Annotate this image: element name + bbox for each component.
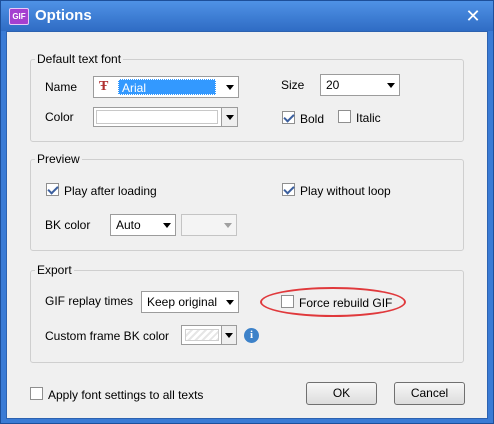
preview-group: Preview — [30, 152, 464, 251]
highlight-annotation — [260, 287, 406, 317]
gif-replay-combo[interactable]: Keep original — [141, 291, 239, 313]
dialog-body: Default text font Name Ŧ Arial Size 20 C… — [6, 31, 488, 419]
bk-color-label: BK color — [45, 218, 91, 232]
bk-color-value: Auto — [116, 218, 141, 232]
bk-color-picker-disabled — [181, 214, 237, 236]
font-type-icon: Ŧ — [99, 79, 109, 94]
export-group: Export — [30, 263, 464, 363]
bold-label: Bold — [300, 112, 325, 126]
dialog-title: Options — [35, 7, 92, 24]
font-name-combo[interactable]: Ŧ Arial — [93, 76, 239, 98]
chevron-down-icon — [387, 83, 395, 88]
font-color-label: Color — [45, 110, 74, 124]
default-text-font-legend: Default text font — [35, 52, 124, 66]
options-dialog: GIF Options ✕ Default text font Name Ŧ A… — [0, 0, 494, 424]
chevron-down-icon — [226, 85, 234, 90]
gif-replay-label: GIF replay times — [45, 294, 134, 308]
frame-color-swatch — [185, 329, 219, 341]
italic-checkbox[interactable] — [338, 110, 351, 123]
font-color-swatch — [96, 110, 218, 124]
title-bar[interactable]: GIF Options ✕ — [1, 1, 493, 31]
chevron-down-icon — [163, 223, 171, 228]
chevron-down-icon — [224, 223, 232, 228]
cancel-button[interactable]: Cancel — [394, 382, 465, 405]
color-dropdown-button[interactable] — [221, 108, 237, 126]
gif-app-icon: GIF — [9, 8, 29, 25]
chevron-down-icon — [225, 333, 233, 338]
info-icon[interactable]: i — [244, 328, 259, 343]
custom-frame-label: Custom frame BK color — [45, 329, 170, 343]
italic-label: Italic — [356, 111, 381, 125]
play-after-loading-checkbox[interactable] — [46, 183, 59, 196]
font-name-value: Arial — [118, 79, 216, 95]
gif-replay-value: Keep original — [147, 295, 218, 309]
preview-legend: Preview — [35, 152, 82, 166]
chevron-down-icon — [226, 300, 234, 305]
font-size-combo[interactable]: 20 — [320, 74, 400, 96]
font-color-picker[interactable] — [93, 107, 238, 127]
default-text-font-group: Default text font — [30, 52, 464, 142]
custom-frame-color-picker[interactable] — [181, 325, 237, 345]
export-legend: Export — [35, 263, 74, 277]
bold-checkbox[interactable] — [282, 111, 295, 124]
font-size-label: Size — [281, 78, 305, 92]
font-name-label: Name — [45, 80, 78, 94]
bk-color-combo[interactable]: Auto — [110, 214, 176, 236]
play-after-loading-label: Play after loading — [64, 184, 157, 198]
apply-font-checkbox[interactable] — [30, 387, 43, 400]
color-dropdown-button[interactable] — [221, 326, 236, 344]
apply-font-label: Apply font settings to all texts — [48, 388, 204, 402]
chevron-down-icon — [226, 115, 234, 120]
play-without-loop-checkbox[interactable] — [282, 183, 295, 196]
play-without-loop-label: Play without loop — [300, 184, 391, 198]
font-size-value: 20 — [326, 78, 340, 92]
ok-button[interactable]: OK — [306, 382, 377, 405]
close-button[interactable]: ✕ — [463, 6, 483, 26]
